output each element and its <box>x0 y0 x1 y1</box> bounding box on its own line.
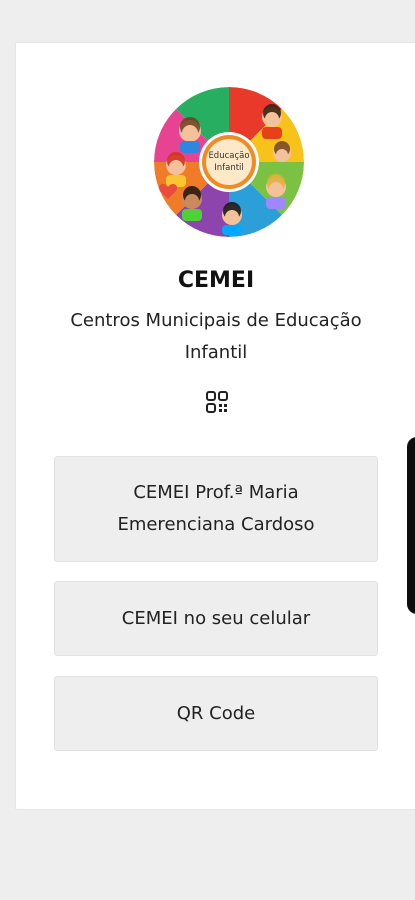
school-button[interactable]: CEMEI Prof.ª Maria Emerenciana Cardoso <box>54 456 378 562</box>
cemei-logo: Educação Infantil <box>154 87 304 237</box>
qr-code-icon[interactable] <box>205 390 229 414</box>
device-edge <box>407 437 415 614</box>
qr-code-button[interactable]: QR Code <box>54 676 378 751</box>
logo-text-line1: Educação <box>208 151 249 161</box>
mobile-app-button[interactable]: CEMEI no seu celular <box>54 581 378 656</box>
page-title: CEMEI <box>177 268 255 293</box>
main-card: Educação Infantil CEMEI Centros Municipa… <box>15 42 415 810</box>
page-subtitle: Centros Municipais de Educação Infantil <box>70 310 362 363</box>
logo-text-line2: Infantil <box>214 163 244 173</box>
